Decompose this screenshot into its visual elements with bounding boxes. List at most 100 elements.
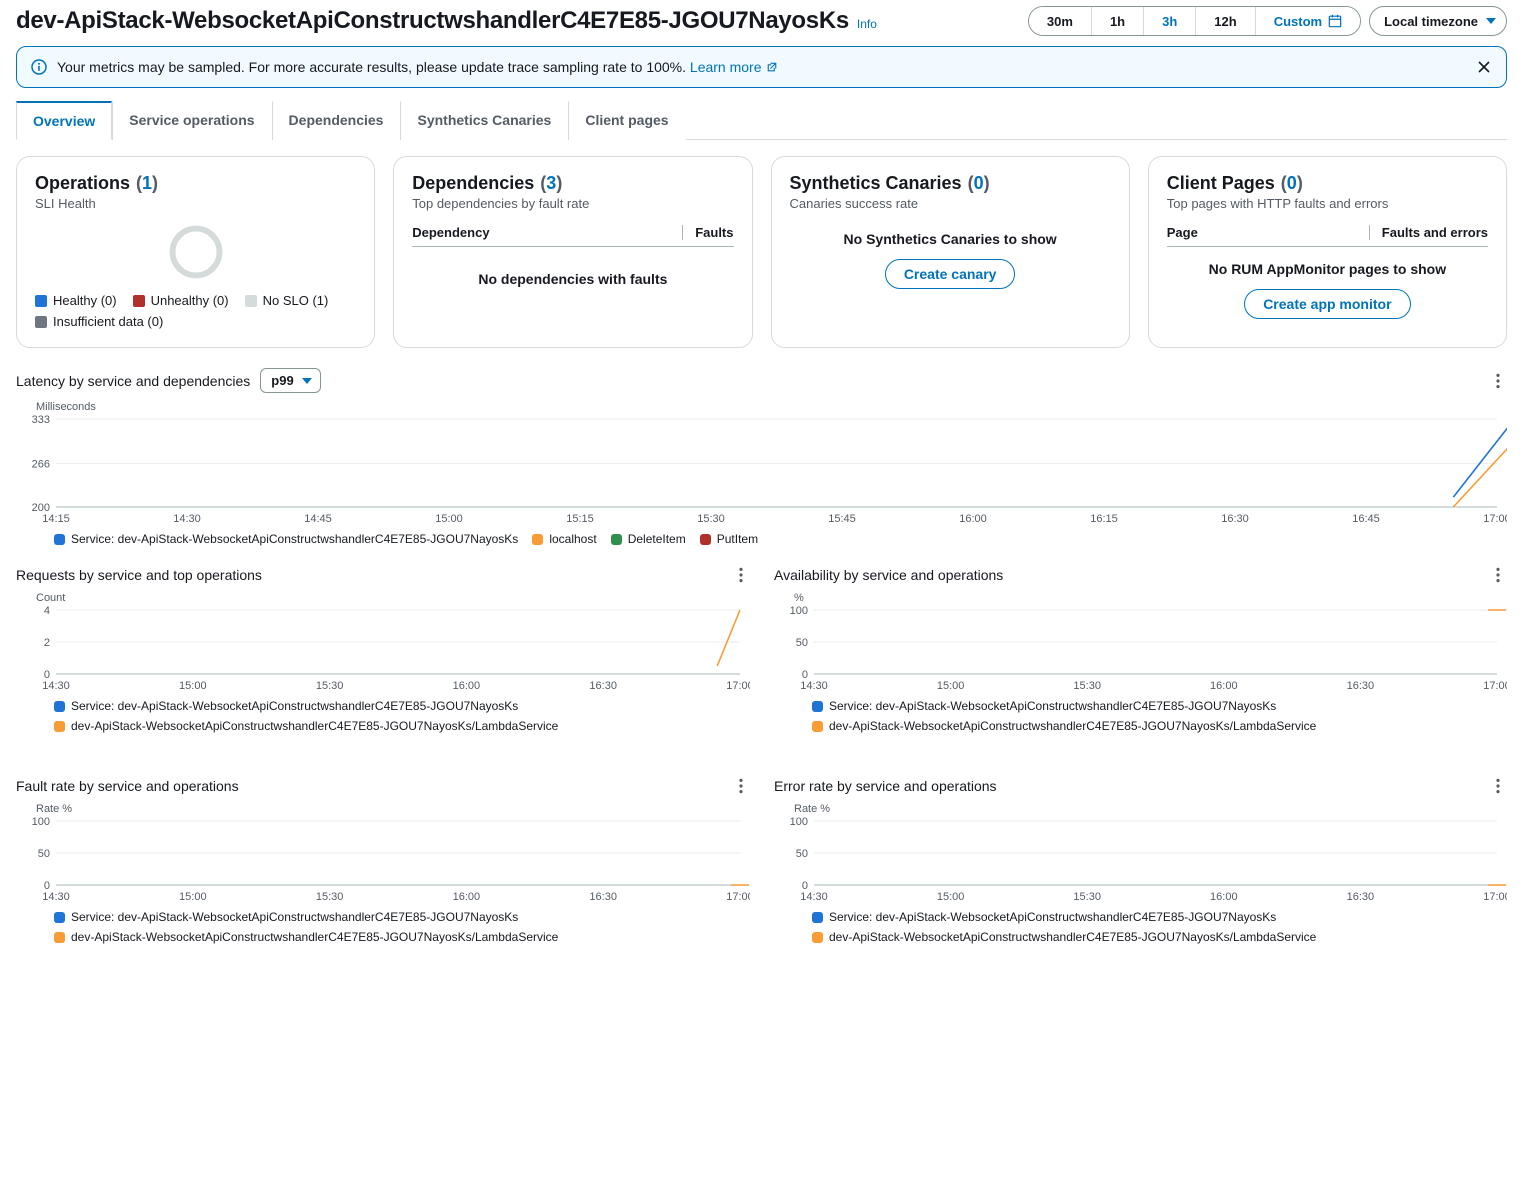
operations-card: Operations (1) SLI Health Healthy (0) Un…	[16, 156, 375, 348]
chart-menu-icon[interactable]	[1489, 777, 1507, 795]
svg-text:17:00: 17:00	[726, 680, 750, 692]
svg-text:15:00: 15:00	[435, 513, 463, 525]
svg-text:15:30: 15:30	[1073, 891, 1101, 903]
svg-text:333: 333	[32, 415, 50, 426]
svg-text:16:00: 16:00	[959, 513, 987, 525]
availability-title: Availability by service and operations	[774, 567, 1003, 583]
sli-health-donut	[165, 221, 227, 283]
svg-text:14:30: 14:30	[42, 680, 70, 692]
legend-item[interactable]: PutItem	[700, 532, 758, 546]
svg-text:15:30: 15:30	[316, 680, 344, 692]
svg-text:15:15: 15:15	[566, 513, 594, 525]
svg-text:15:30: 15:30	[1073, 680, 1101, 692]
fault-title: Fault rate by service and operations	[16, 778, 239, 794]
time-range-custom-label: Custom	[1274, 14, 1322, 29]
svg-text:100: 100	[32, 817, 50, 828]
dependencies-title: Dependencies	[412, 173, 534, 194]
alert-text: Your metrics may be sampled. For more ac…	[57, 59, 686, 75]
create-app-monitor-button[interactable]: Create app monitor	[1244, 289, 1410, 319]
create-canary-button[interactable]: Create canary	[885, 259, 1016, 289]
client-pages-empty: No RUM AppMonitor pages to show	[1167, 261, 1488, 277]
dependencies-subtitle: Top dependencies by fault rate	[412, 196, 733, 211]
page-title: dev-ApiStack-WebsocketApiConstructwshand…	[16, 7, 849, 35]
legend-item[interactable]: Service: dev-ApiStack-WebsocketApiConstr…	[812, 910, 1276, 924]
canaries-card: Synthetics Canaries (0) Canaries success…	[771, 156, 1130, 348]
svg-text:16:00: 16:00	[453, 891, 481, 903]
client-pages-title: Client Pages	[1167, 173, 1275, 194]
client-pages-card: Client Pages (0) Top pages with HTTP fau…	[1148, 156, 1507, 348]
info-link[interactable]: Info	[857, 17, 877, 31]
svg-text:16:30: 16:30	[1347, 680, 1375, 692]
svg-text:17:00: 17:00	[1483, 680, 1507, 692]
client-pages-count[interactable]: 0	[1287, 173, 1297, 193]
legend-item[interactable]: dev-ApiStack-WebsocketApiConstructwshand…	[812, 930, 1316, 944]
dependencies-col-1: Dependency	[412, 225, 489, 240]
tabs: Overview Service operations Dependencies…	[16, 100, 1507, 140]
chart-menu-icon[interactable]	[732, 777, 750, 795]
legend-item[interactable]: localhost	[532, 532, 596, 546]
legend-item[interactable]: dev-ApiStack-WebsocketApiConstructwshand…	[54, 930, 558, 944]
percentile-select[interactable]: p99	[260, 368, 320, 393]
svg-text:16:30: 16:30	[589, 891, 617, 903]
svg-text:50: 50	[796, 848, 808, 860]
legend-noslo: No SLO (1)	[245, 293, 329, 308]
time-range-custom[interactable]: Custom	[1256, 7, 1360, 35]
client-pages-col-1: Page	[1167, 225, 1198, 240]
svg-text:14:45: 14:45	[304, 513, 332, 525]
close-icon[interactable]	[1476, 59, 1492, 75]
time-range-30m[interactable]: 30m	[1029, 7, 1092, 35]
chart-menu-icon[interactable]	[1489, 566, 1507, 584]
chart-menu-icon[interactable]	[1489, 372, 1507, 390]
operations-count[interactable]: 1	[142, 173, 152, 193]
timezone-label: Local timezone	[1384, 14, 1478, 29]
tab-service-operations[interactable]: Service operations	[112, 101, 271, 140]
operations-title: Operations	[35, 173, 130, 194]
svg-text:50: 50	[38, 848, 50, 860]
learn-more-link[interactable]: Learn more	[690, 59, 778, 75]
dependencies-card: Dependencies (3) Top dependencies by fau…	[393, 156, 752, 348]
canaries-subtitle: Canaries success rate	[790, 196, 1111, 211]
svg-text:15:00: 15:00	[937, 680, 965, 692]
svg-text:16:30: 16:30	[589, 680, 617, 692]
dependencies-col-2: Faults	[682, 225, 733, 240]
tab-overview[interactable]: Overview	[16, 101, 112, 140]
legend-item[interactable]: DeleteItem	[611, 532, 686, 546]
calendar-icon	[1328, 14, 1342, 28]
client-pages-col-2: Faults and errors	[1369, 225, 1488, 240]
svg-text:16:45: 16:45	[1352, 513, 1380, 525]
svg-text:14:30: 14:30	[800, 680, 828, 692]
client-pages-subtitle: Top pages with HTTP faults and errors	[1167, 196, 1488, 211]
tab-synthetics-canaries[interactable]: Synthetics Canaries	[400, 101, 568, 140]
dependencies-count[interactable]: 3	[546, 173, 556, 193]
svg-text:100: 100	[790, 606, 808, 617]
error-title: Error rate by service and operations	[774, 778, 997, 794]
svg-text:17:00: 17:00	[1483, 891, 1507, 903]
chart-menu-icon[interactable]	[732, 566, 750, 584]
legend-item[interactable]: Service: dev-ApiStack-WebsocketApiConstr…	[812, 699, 1276, 713]
legend-item[interactable]: Service: dev-ApiStack-WebsocketApiConstr…	[54, 699, 518, 713]
legend-item[interactable]: Service: dev-ApiStack-WebsocketApiConstr…	[54, 910, 518, 924]
time-range-12h[interactable]: 12h	[1196, 7, 1255, 35]
latency-chart: Milliseconds 20026633314:1514:3014:4515:…	[16, 401, 1507, 546]
tab-dependencies[interactable]: Dependencies	[272, 101, 401, 140]
error-rate-chart: Error rate by service and operations Rat…	[774, 777, 1507, 944]
svg-text:14:30: 14:30	[42, 891, 70, 903]
tab-client-pages[interactable]: Client pages	[568, 101, 685, 140]
timezone-select[interactable]: Local timezone	[1369, 6, 1507, 36]
operations-subtitle: SLI Health	[35, 196, 356, 211]
svg-text:14:15: 14:15	[42, 513, 70, 525]
legend-item[interactable]: dev-ApiStack-WebsocketApiConstructwshand…	[812, 719, 1316, 733]
time-range-1h[interactable]: 1h	[1092, 7, 1144, 35]
svg-text:100: 100	[790, 817, 808, 828]
latency-title: Latency by service and dependencies	[16, 373, 250, 389]
canaries-count[interactable]: 0	[974, 173, 984, 193]
svg-text:16:30: 16:30	[1221, 513, 1249, 525]
legend-healthy: Healthy (0)	[35, 293, 117, 308]
requests-title: Requests by service and top operations	[16, 567, 262, 583]
time-range-3h[interactable]: 3h	[1144, 7, 1196, 35]
legend-item[interactable]: dev-ApiStack-WebsocketApiConstructwshand…	[54, 719, 558, 733]
requests-chart: Requests by service and top operations C…	[16, 566, 750, 733]
svg-text:15:00: 15:00	[937, 891, 965, 903]
legend-item[interactable]: Service: dev-ApiStack-WebsocketApiConstr…	[54, 532, 518, 546]
svg-text:15:30: 15:30	[697, 513, 725, 525]
